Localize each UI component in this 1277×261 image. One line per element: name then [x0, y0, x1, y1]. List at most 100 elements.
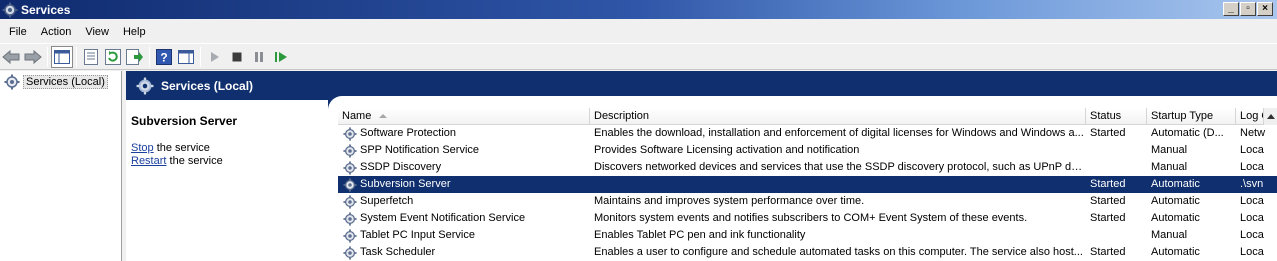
services-list: Name Description Status Startup Type Log… — [338, 108, 1277, 261]
column-label: Description — [594, 110, 650, 122]
pause-service-icon[interactable] — [248, 46, 270, 68]
minimize-button[interactable]: _ — [1223, 2, 1239, 16]
cell-logon: Loca — [1240, 195, 1264, 207]
cell-startup: Manual — [1151, 144, 1188, 156]
chevron-up-icon — [1266, 114, 1275, 119]
tree-item-services-local[interactable]: Services (Local) — [4, 74, 108, 90]
column-label: Startup Type — [1151, 110, 1214, 122]
cell-description: Discovers networked devices and services… — [594, 161, 1086, 173]
service-name: Task Scheduler — [360, 246, 436, 258]
cell-description — [590, 176, 1086, 193]
cell-description: Enables Tablet PC pen and ink functional… — [594, 229, 806, 241]
table-row[interactable]: Tablet PC Input Service Enables Tablet PC… — [338, 227, 1277, 244]
cell-logon: .\svn — [1240, 178, 1264, 190]
console-tree: Services (Local) — [0, 71, 122, 261]
selected-service-name: Subversion Server — [131, 114, 238, 128]
service-name: System Event Notification Service — [360, 212, 526, 224]
services-gear-icon — [2, 2, 18, 17]
restart-service-icon[interactable] — [270, 46, 292, 68]
service-gear-icon — [343, 211, 357, 226]
cell-startup: Manual — [1151, 229, 1188, 241]
menu-bar: File Action View Help — [0, 21, 1277, 42]
cell-startup: Automatic (D... — [1151, 127, 1224, 139]
cell-logon: Loca — [1240, 229, 1264, 241]
service-gear-icon — [343, 143, 357, 158]
close-button[interactable]: × — [1257, 2, 1273, 16]
restore-button[interactable]: ▫ — [1240, 2, 1256, 16]
menu-help[interactable]: Help — [116, 26, 153, 38]
cell-logon: Loca — [1240, 212, 1264, 224]
service-name: Superfetch — [360, 195, 414, 207]
service-name: Subversion Server — [360, 178, 451, 190]
service-gear-icon — [343, 228, 357, 243]
column-name[interactable]: Name — [338, 108, 590, 125]
tree-item-label: Services (Local) — [23, 75, 108, 89]
export-list-icon[interactable] — [124, 46, 146, 68]
cell-name: Tablet PC Input Service — [338, 227, 590, 244]
cell-name: SSDP Discovery — [338, 159, 590, 176]
sort-ascending-icon — [379, 114, 387, 118]
table-row[interactable]: System Event Notification Service Monitor… — [338, 210, 1277, 227]
cell-status: Started — [1090, 212, 1126, 224]
menu-action[interactable]: Action — [34, 26, 79, 38]
services-gear-icon — [4, 74, 20, 90]
toolbar-separator — [200, 46, 201, 67]
service-name: Software Protection — [360, 127, 456, 139]
service-name: SPP Notification Service — [360, 144, 480, 156]
cell-logon: Loca — [1240, 144, 1264, 156]
window-controls: _ ▫ × — [1223, 2, 1273, 16]
column-status[interactable]: Status — [1086, 108, 1147, 125]
services-gear-icon — [136, 77, 154, 94]
cell-startup: Automatic — [1151, 178, 1200, 190]
properties-icon[interactable] — [80, 46, 102, 68]
stop-line: Stop the service — [131, 142, 210, 154]
restart-service-link[interactable]: Restart — [131, 155, 166, 167]
table-row[interactable]: Superfetch Maintains and improves system … — [338, 193, 1277, 210]
cell-status: Started — [1090, 178, 1126, 190]
cell-name: Superfetch — [338, 193, 590, 210]
service-description-panel: Subversion Server Stop the service Resta… — [126, 109, 331, 261]
menu-file[interactable]: File — [0, 26, 34, 38]
window-title: Services — [21, 2, 71, 17]
table-row[interactable]: Subversion Server Started Automatic .\svn — [338, 176, 1277, 193]
cell-status — [1086, 159, 1147, 176]
cell-description: Monitors system events and notifies subs… — [594, 212, 1028, 224]
table-row[interactable]: Software Protection Enables the download,… — [338, 125, 1277, 142]
service-gear-icon — [343, 126, 357, 141]
stop-service-link[interactable]: Stop — [131, 142, 154, 154]
cell-status — [1086, 227, 1147, 244]
cell-description: Maintains and improves system performanc… — [594, 195, 865, 207]
show-hide-console-tree-icon[interactable] — [51, 45, 73, 68]
forward-arrow-icon[interactable] — [22, 46, 44, 68]
menu-view[interactable]: View — [78, 26, 116, 38]
table-row[interactable]: SSDP Discovery Discovers networked device… — [338, 159, 1277, 176]
show-hide-action-pane-icon[interactable] — [175, 46, 197, 68]
column-startup-type[interactable]: Startup Type — [1147, 108, 1236, 125]
refresh-icon[interactable] — [102, 46, 124, 68]
cell-name: SPP Notification Service — [338, 142, 590, 159]
toolbar-separator — [47, 46, 48, 67]
stop-service-icon[interactable] — [226, 46, 248, 68]
table-row[interactable]: SPP Notification Service Provides Softwar… — [338, 142, 1277, 159]
stop-text: the service — [153, 142, 210, 154]
cell-status: Started — [1090, 127, 1126, 139]
cell-startup: Manual — [1151, 161, 1188, 173]
service-gear-icon — [343, 177, 357, 192]
service-gear-icon — [343, 160, 357, 175]
back-arrow-icon[interactable] — [0, 46, 22, 68]
scroll-up-button[interactable] — [1263, 108, 1277, 125]
restart-line: Restart the service — [131, 155, 223, 167]
service-name: Tablet PC Input Service — [360, 229, 475, 241]
column-label: Name — [342, 110, 372, 122]
title-bar: Services _ ▫ × — [0, 0, 1277, 19]
cell-description: Enables a user to configure and schedule… — [594, 246, 1083, 258]
column-description[interactable]: Description — [590, 108, 1086, 125]
cell-logon: Loca — [1240, 161, 1264, 173]
cell-description: Enables the download, installation and e… — [594, 127, 1084, 139]
help-icon[interactable]: ? — [153, 46, 175, 68]
table-row[interactable]: Task Scheduler Enables a user to configur… — [338, 244, 1277, 261]
cell-status — [1086, 142, 1147, 159]
cell-status: Started — [1090, 246, 1126, 258]
list-header: Name Description Status Startup Type Log… — [338, 108, 1277, 125]
start-service-icon[interactable] — [204, 46, 226, 68]
